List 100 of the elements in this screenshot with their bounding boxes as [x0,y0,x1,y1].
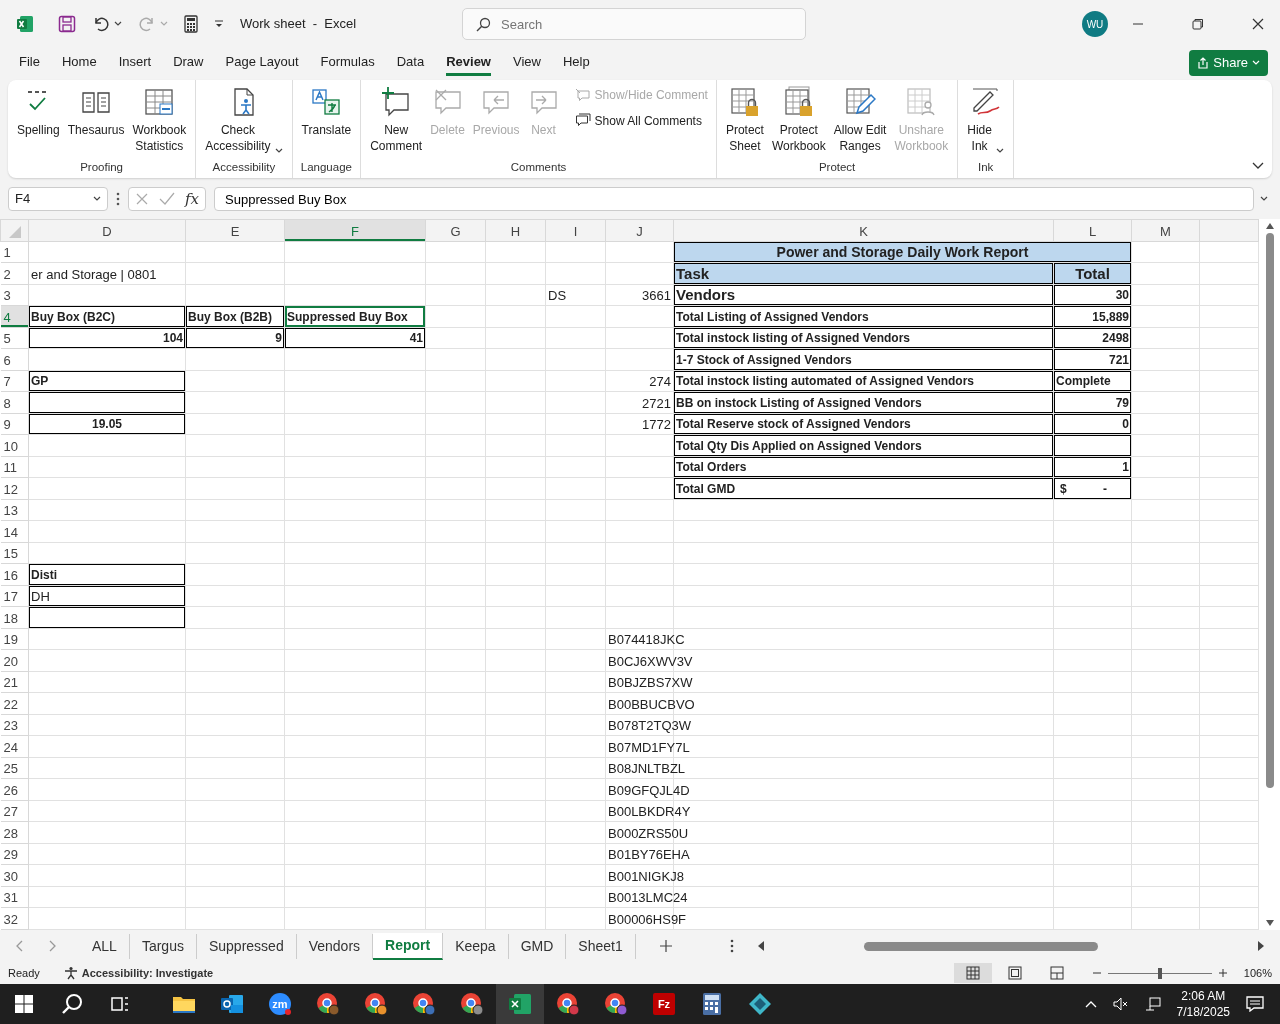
zoom-slider-thumb[interactable] [1157,967,1162,979]
column-header[interactable]: D [28,219,186,241]
row-header[interactable]: 18 [0,606,29,628]
sheet-tab[interactable]: ALL [80,933,130,959]
undo-button[interactable] [92,15,122,33]
sheet-tab[interactable]: Report [373,932,444,960]
add-sheet-button[interactable] [659,940,672,952]
sheet-tab[interactable]: Sheet1 [566,933,636,959]
menu-tab[interactable]: Home [61,49,97,77]
workbook-lock-command[interactable]: Protect Workbook [768,84,829,156]
scroll-down-icon[interactable] [1265,920,1274,926]
row-header[interactable]: 23 [0,714,29,736]
row-header[interactable]: 12 [0,477,29,499]
chevron-up-icon[interactable] [1084,1000,1097,1008]
search-field[interactable]: Search [462,8,806,40]
scrollbar-thumb[interactable] [1265,233,1274,788]
close-icon[interactable] [1252,18,1264,30]
sheet-tab[interactable]: GMD [508,933,567,959]
sheet-pencil-command[interactable]: Allow Edit Ranges [830,84,890,156]
menu-tab[interactable]: View [513,49,541,77]
row-header[interactable]: 30 [0,864,29,886]
previous-sheet-icon[interactable] [16,940,24,952]
row-header[interactable]: 21 [0,671,29,693]
menu-tab[interactable]: Help [562,49,590,77]
row-header[interactable]: 27 [0,800,29,822]
row-header[interactable]: 16 [0,563,29,585]
row-header[interactable]: 26 [0,778,29,800]
row-header[interactable]: 5 [0,327,29,349]
insert-function-button[interactable]: fx [185,187,199,211]
row-header[interactable]: 1 [0,241,29,263]
clock-time[interactable]: 2:06 AM [1181,988,1226,1004]
restore-icon[interactable] [1192,18,1204,30]
row-header[interactable]: 24 [0,735,29,757]
column-header[interactable]: I [545,219,606,241]
column-header[interactable]: H [485,219,546,241]
row-header[interactable]: 15 [0,542,29,564]
sheet-tab[interactable]: Suppressed [196,933,297,959]
save-button[interactable] [58,15,76,33]
row-header[interactable]: 14 [0,520,29,542]
menu-tab[interactable]: Draw [173,49,204,77]
normal-view-button[interactable] [953,963,992,983]
zoom-level[interactable]: 106% [1243,964,1272,982]
row-header[interactable]: 29 [0,843,29,865]
scroll-right-icon[interactable] [1258,941,1264,951]
row-header[interactable]: 17 [0,585,29,607]
menu-tab[interactable]: File [19,49,40,77]
scroll-left-icon[interactable] [757,941,764,951]
row-header[interactable]: 2 [0,262,29,284]
notification-icon[interactable] [1246,996,1264,1012]
column-header[interactable]: M [1131,219,1200,241]
active-cell[interactable]: Suppressed Buy Box [284,305,426,327]
speaker-muted-icon[interactable] [1112,997,1129,1011]
avatar-button[interactable]: WU [1082,11,1108,37]
next-sheet-icon[interactable] [48,940,56,952]
more-options-icon[interactable] [116,192,120,206]
scroll-up-icon[interactable] [1265,223,1274,229]
column-header[interactable]: L [1053,219,1132,241]
taskbar-app[interactable]: Fz [640,984,688,1024]
comment-add-command[interactable]: New Comment [367,84,426,156]
row-header[interactable]: 25 [0,757,29,779]
row-header[interactable]: 8 [0,391,29,413]
column-header[interactable]: K [673,219,1054,241]
menu-tab[interactable]: Review [446,49,491,77]
sheet-grid-command[interactable]: Workbook Statistics [129,84,190,156]
row-header[interactable]: 4 [0,305,29,327]
menu-tab[interactable]: Page Layout [225,49,299,77]
sheet-tab[interactable]: Targus [129,933,197,959]
zoom-in-icon[interactable] [1217,968,1228,978]
empty-bordered-cell[interactable] [1053,434,1132,456]
row-header[interactable]: 28 [0,821,29,843]
menu-tab[interactable]: Formulas [320,49,375,77]
row-header[interactable]: 19 [0,628,29,650]
column-header[interactable]: F [284,219,426,241]
spell-check-command[interactable]: Spelling [14,84,63,140]
translate-command[interactable]: Translate [298,84,355,140]
book-command[interactable]: Thesaurus [64,84,128,140]
share-button[interactable]: Share [1189,50,1268,76]
clock-date[interactable]: 7/18/2025 [1176,1004,1230,1020]
row-header[interactable]: 32 [0,907,29,930]
formula-field[interactable]: Suppressed Buy Box [214,187,1254,211]
menu-tab[interactable]: Insert [118,49,152,77]
row-header[interactable]: 3 [0,284,29,306]
calculator-button[interactable] [184,15,198,33]
column-header[interactable]: J [605,219,674,241]
row-header[interactable]: 7 [0,370,29,392]
accessibility-status[interactable]: Accessibility: Investigate [63,964,214,982]
row-header[interactable]: 22 [0,692,29,714]
row-header[interactable]: 9 [0,413,29,435]
row-header[interactable]: 6 [0,348,29,370]
column-header[interactable]: E [185,219,285,241]
row-header[interactable]: 13 [0,499,29,521]
sheet-tab[interactable]: Keepa [443,933,509,959]
collapse-ribbon-icon[interactable] [1252,162,1264,170]
customize-toolbar-button[interactable] [214,20,224,28]
document-person-command[interactable]: Check Accessibility [202,84,286,156]
more-options-icon[interactable] [729,939,734,953]
pen-squiggle-command[interactable]: Hide Ink [964,84,1007,156]
row-header[interactable]: 31 [0,886,29,908]
network-icon[interactable] [1144,997,1161,1011]
row-header[interactable]: 20 [0,649,29,671]
